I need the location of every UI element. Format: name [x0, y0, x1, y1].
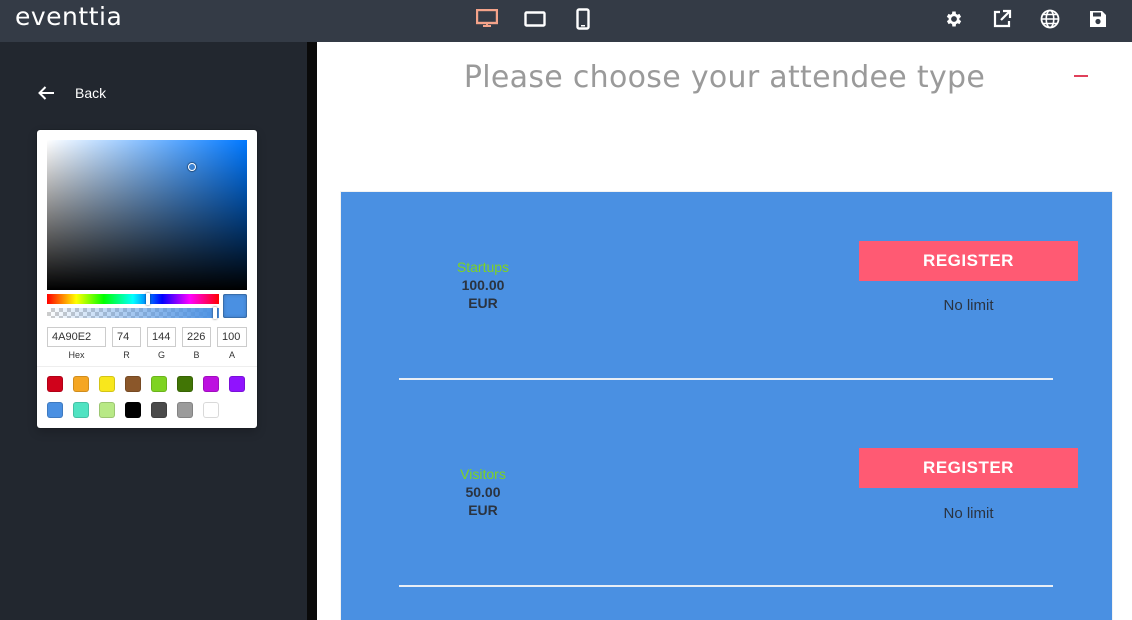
- color-picker: 4A90E2 Hex 74 R 144 G 226 B 100 A: [37, 130, 257, 428]
- ticket-panel[interactable]: Startups 100.00 EUR REGISTER No limit Vi…: [341, 192, 1112, 620]
- ticket-limit: No limit: [943, 297, 994, 314]
- save-icon[interactable]: [1086, 7, 1110, 31]
- g-input[interactable]: 144: [147, 327, 176, 347]
- b-label: B: [193, 350, 200, 360]
- ticket-row: Visitors 50.00 EUR REGISTER No limit: [341, 399, 1112, 606]
- g-label: G: [157, 350, 165, 360]
- ticket-price: 50.00: [465, 484, 501, 500]
- ticket-price: 100.00: [461, 277, 505, 293]
- r-input[interactable]: 74: [112, 327, 141, 347]
- globe-icon[interactable]: [1038, 7, 1062, 31]
- settings-icon[interactable]: [942, 7, 966, 31]
- mobile-icon[interactable]: [571, 7, 595, 31]
- back-button[interactable]: Back: [37, 85, 106, 101]
- hex-label: Hex: [68, 350, 85, 360]
- ticket-currency: EUR: [468, 502, 498, 518]
- color-swatch[interactable]: [203, 376, 219, 392]
- color-swatch[interactable]: [47, 376, 63, 392]
- top-bar: eventtia: [0, 0, 1132, 42]
- register-button[interactable]: REGISTER: [859, 448, 1078, 488]
- a-input[interactable]: 100: [217, 327, 247, 347]
- color-preview: [223, 294, 247, 318]
- a-label: A: [228, 350, 235, 360]
- ticket-name: Visitors: [460, 466, 506, 482]
- desktop-icon[interactable]: [475, 7, 499, 31]
- r-label: R: [123, 350, 130, 360]
- saturation-cursor[interactable]: [188, 163, 196, 171]
- ticket-limit: No limit: [943, 505, 994, 522]
- ticket-divider: [399, 378, 1053, 380]
- open-external-icon[interactable]: [990, 7, 1014, 31]
- hex-input[interactable]: 4A90E2: [47, 327, 106, 347]
- color-swatch[interactable]: [203, 402, 219, 418]
- color-swatch[interactable]: [229, 376, 245, 392]
- color-swatch[interactable]: [73, 402, 89, 418]
- ticket-row: Startups 100.00 EUR REGISTER No limit: [341, 192, 1112, 399]
- hue-handle[interactable]: [146, 293, 150, 305]
- color-swatch[interactable]: [177, 402, 193, 418]
- color-swatch[interactable]: [47, 402, 63, 418]
- alpha-slider[interactable]: [47, 307, 219, 319]
- ticket-divider: [399, 585, 1053, 587]
- collapse-icon[interactable]: [1074, 75, 1088, 77]
- back-label: Back: [75, 85, 107, 101]
- sidebar-divider: [307, 42, 317, 620]
- main-preview: Please choose your attendee type Startup…: [317, 42, 1132, 620]
- color-swatch[interactable]: [73, 376, 89, 392]
- ticket-currency: EUR: [468, 295, 498, 311]
- color-swatch[interactable]: [151, 376, 167, 392]
- hue-slider[interactable]: [47, 293, 219, 305]
- b-input[interactable]: 226: [182, 327, 211, 347]
- color-swatch[interactable]: [151, 402, 167, 418]
- page-title: Please choose your attendee type: [463, 60, 986, 95]
- color-swatch[interactable]: [125, 402, 141, 418]
- saturation-area[interactable]: [47, 140, 247, 290]
- alpha-handle[interactable]: [213, 307, 217, 319]
- swatch-separator: [37, 366, 257, 367]
- color-swatch[interactable]: [99, 376, 115, 392]
- ticket-name: Startups: [456, 259, 510, 275]
- color-swatch[interactable]: [177, 376, 193, 392]
- color-swatch[interactable]: [99, 402, 115, 418]
- color-swatch[interactable]: [125, 376, 141, 392]
- register-button[interactable]: REGISTER: [859, 241, 1078, 281]
- logo: eventtia: [15, 2, 123, 31]
- arrow-left-icon: [38, 86, 54, 100]
- tablet-icon[interactable]: [523, 7, 547, 31]
